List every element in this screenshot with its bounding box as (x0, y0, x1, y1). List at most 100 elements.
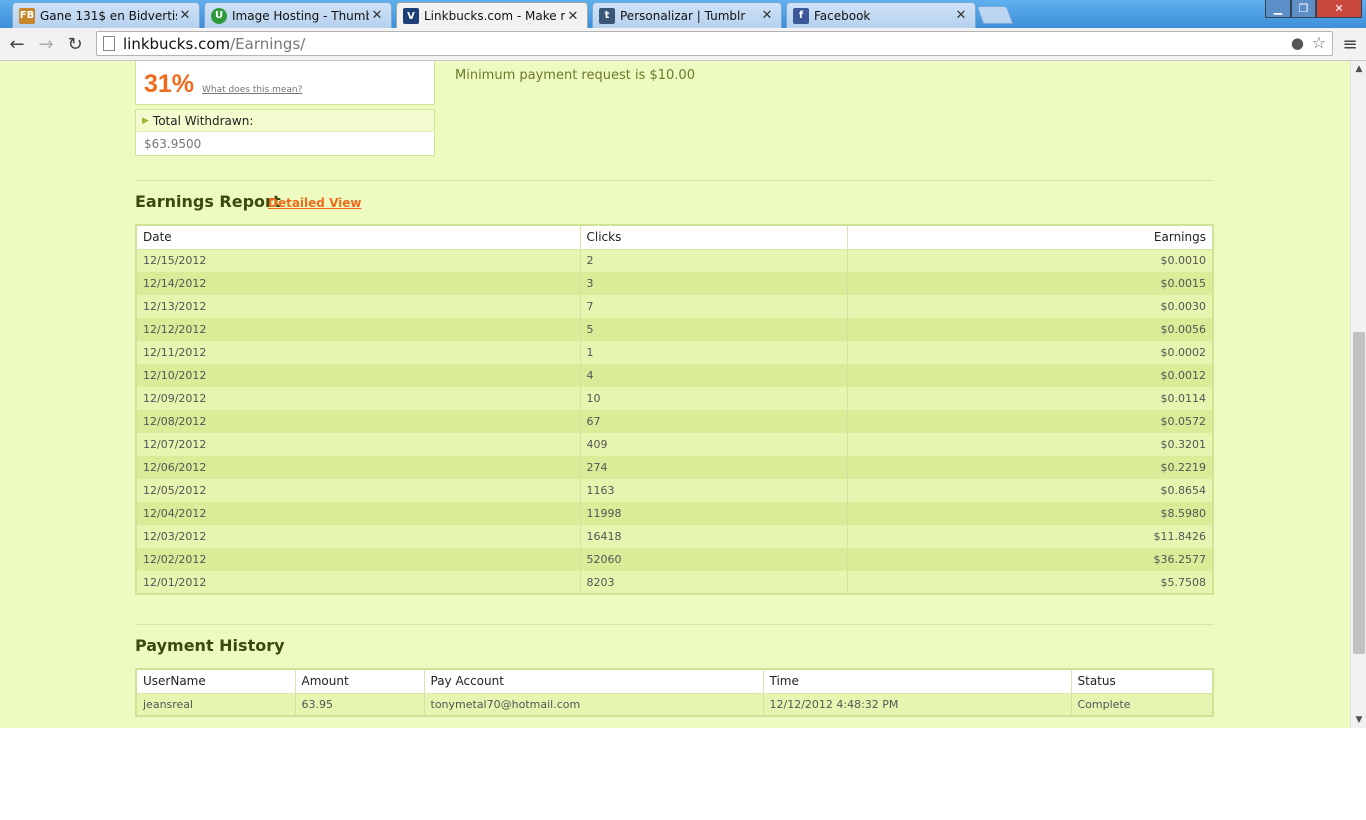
table-row: 12/04/2012 11998 $8.5980 (135, 502, 1214, 525)
min-payment-note: Minimum payment request is $10.00 (455, 68, 695, 83)
forward-icon[interactable]: → (35, 33, 57, 55)
tab-title: Personalizar | Tumblr (620, 8, 746, 23)
cell-earnings: $0.3201 (846, 433, 1214, 456)
cell-earnings: $0.0002 (846, 341, 1214, 364)
close-icon[interactable]: ✕ (369, 8, 385, 23)
cell-date: 12/02/2012 (135, 548, 581, 571)
payment-header-row: UserName Amount Pay Account Time Status (135, 668, 1214, 694)
earnings-header-row: Date Clicks Earnings (135, 224, 1214, 250)
url-path: /Earnings/ (230, 34, 306, 53)
divider (135, 180, 1214, 181)
reload-icon[interactable]: ↻ (64, 33, 86, 55)
cell-date: 12/06/2012 (135, 456, 581, 479)
cell-earnings: $0.0114 (846, 387, 1214, 410)
star-icon[interactable]: ☆ (1312, 33, 1326, 52)
table-row: 12/11/2012 1 $0.0002 (135, 341, 1214, 364)
table-row: 12/15/2012 2 $0.0010 (135, 249, 1214, 272)
tab-bidvertiser[interactable]: FB Gane 131$ en Bidvertiser e ✕ (12, 2, 200, 28)
cell-clicks: 409 (579, 433, 848, 456)
earnings-table: Date Clicks Earnings 12/15/2012 2 $0.0010 1… (135, 224, 1214, 595)
close-icon[interactable]: ✕ (177, 8, 193, 23)
what-does-this-mean-link[interactable]: What does this mean? (202, 85, 302, 95)
cell-clicks: 10 (579, 387, 848, 410)
col-amount: Amount (294, 668, 425, 694)
cell-clicks: 3 (579, 272, 848, 295)
new-tab-button[interactable] (976, 6, 1014, 24)
linkbucks-icon: V (403, 8, 419, 24)
cell-username: jeansreal (135, 693, 296, 716)
cell-date: 12/12/2012 (135, 318, 581, 341)
cell-date: 12/09/2012 (135, 387, 581, 410)
divider (135, 624, 1214, 625)
cell-clicks: 2 (579, 249, 848, 272)
bulb-icon[interactable]: ● (1291, 34, 1304, 52)
facebook-icon: f (793, 7, 809, 24)
cell-clicks: 8203 (579, 571, 848, 594)
page-icon (103, 36, 115, 51)
cell-date: 12/07/2012 (135, 433, 581, 456)
tab-linkbucks[interactable]: V Linkbucks.com - Make m ✕ (396, 2, 588, 29)
table-row: 12/12/2012 5 $0.0056 (135, 318, 1214, 341)
percent-value: 31% (144, 70, 195, 98)
payment-table: UserName Amount Pay Account Time Status … (135, 668, 1214, 717)
close-icon[interactable]: ✕ (953, 8, 969, 23)
cell-clicks: 67 (579, 410, 848, 433)
withdrawn-header: ▶ Total Withdrawn: (136, 110, 434, 132)
cell-clicks: 11998 (579, 502, 848, 525)
cell-date: 12/08/2012 (135, 410, 581, 433)
col-earnings: Earnings (846, 224, 1214, 250)
tab-tumblr[interactable]: t Personalizar | Tumblr ✕ (592, 2, 782, 28)
menu-icon[interactable]: ≡ (1339, 33, 1361, 55)
col-clicks: Clicks (579, 224, 848, 250)
cell-clicks: 52060 (579, 548, 848, 571)
tab-image-hosting[interactable]: U Image Hosting - Thumbn ✕ (204, 2, 392, 28)
cell-clicks: 7 (579, 295, 848, 318)
cell-earnings: $0.2219 (846, 456, 1214, 479)
minimize-icon[interactable]: ▁ (1265, 0, 1291, 18)
window-close-icon[interactable]: ✕ (1316, 0, 1362, 18)
cell-earnings: $11.8426 (846, 525, 1214, 548)
vertical-scrollbar[interactable]: ▲ ▼ (1350, 61, 1366, 728)
cell-date: 12/03/2012 (135, 525, 581, 548)
cell-date: 12/15/2012 (135, 249, 581, 272)
table-row: 12/13/2012 7 $0.0030 (135, 295, 1214, 318)
tab-facebook[interactable]: f Facebook ✕ (786, 2, 976, 28)
col-time: Time (762, 668, 1072, 694)
cell-earnings: $8.5980 (846, 502, 1214, 525)
url-host: linkbucks.com (123, 34, 231, 53)
cell-earnings: $0.0030 (846, 295, 1214, 318)
col-username: UserName (135, 668, 296, 694)
cell-time: 12/12/2012 4:48:32 PM (762, 693, 1072, 716)
scrollbar-thumb[interactable] (1353, 332, 1365, 654)
cell-clicks: 1163 (579, 479, 848, 502)
cell-earnings: $5.7508 (846, 571, 1214, 594)
address-bar[interactable]: linkbucks.com/Earnings/ ● ☆ (96, 31, 1333, 56)
back-icon[interactable]: ← (6, 33, 28, 55)
page-viewport: 31% What does this mean? ▶ Total Withdra… (0, 61, 1350, 728)
maximize-icon[interactable]: ❐ (1291, 0, 1316, 18)
cell-pay-account: tonymetal70@hotmail.com (423, 693, 764, 716)
withdrawn-value: $63.9500 (144, 137, 202, 151)
cell-amount: 63.95 (294, 693, 425, 716)
tumblr-icon: t (599, 7, 615, 24)
table-row: 12/05/2012 1163 $0.8654 (135, 479, 1214, 502)
triangle-right-icon: ▶ (142, 115, 149, 126)
table-row: 12/01/2012 8203 $5.7508 (135, 571, 1214, 594)
payment-history-title: Payment History (135, 636, 285, 655)
cell-earnings: $0.8654 (846, 479, 1214, 502)
cell-date: 12/05/2012 (135, 479, 581, 502)
tab-title: Facebook (814, 8, 871, 23)
tab-title: Linkbucks.com - Make m (424, 9, 565, 23)
cell-earnings: $0.0015 (846, 272, 1214, 295)
detailed-view-link[interactable]: Detailed View (268, 196, 361, 210)
cell-earnings: $0.0012 (846, 364, 1214, 387)
table-row: 12/10/2012 4 $0.0012 (135, 364, 1214, 387)
cell-date: 12/11/2012 (135, 341, 581, 364)
withdrawn-label: Total Withdrawn: (152, 113, 254, 128)
table-row: 12/03/2012 16418 $11.8426 (135, 525, 1214, 548)
table-row: 12/07/2012 409 $0.3201 (135, 433, 1214, 456)
scroll-down-icon[interactable]: ▼ (1351, 712, 1366, 728)
close-icon[interactable]: ✕ (759, 8, 775, 23)
close-icon[interactable]: ✕ (565, 9, 581, 24)
scroll-up-icon[interactable]: ▲ (1351, 61, 1366, 77)
